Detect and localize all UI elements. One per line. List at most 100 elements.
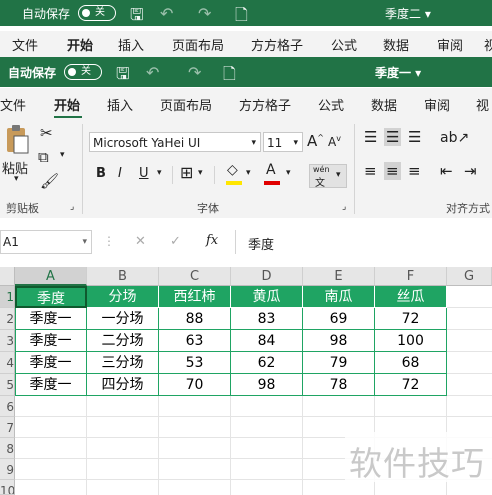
table-cell[interactable]: 53 — [159, 352, 231, 374]
row-header-10[interactable]: 10 — [0, 480, 15, 495]
table-cell[interactable]: 季度一 — [15, 374, 87, 396]
row-header-5[interactable]: 5 — [0, 374, 15, 396]
undo-icon[interactable]: ↶ — [160, 4, 173, 23]
tab-page-layout[interactable]: 页面布局 — [172, 35, 224, 54]
tab-insert[interactable]: 插入 — [107, 95, 133, 114]
resize-dots-icon[interactable]: ⋮ — [103, 234, 115, 248]
tab-formulas[interactable]: 公式 — [318, 95, 344, 114]
tab-formulas[interactable]: 公式 — [331, 35, 357, 54]
column-header-a[interactable]: A — [15, 267, 87, 286]
table-cell[interactable]: 70 — [159, 374, 231, 396]
align-top-icon[interactable]: ☰ — [364, 128, 377, 146]
underline-button[interactable]: U — [139, 166, 149, 181]
table-cell[interactable]: 98 — [231, 374, 303, 396]
table-cell[interactable]: 72 — [375, 374, 447, 396]
row-header-9[interactable]: 9 — [0, 459, 15, 480]
table-cell[interactable]: 62 — [231, 352, 303, 374]
column-header-d[interactable]: D — [231, 267, 303, 286]
paste-icon[interactable] — [4, 124, 30, 156]
clipboard-launcher-icon[interactable]: ⌟ — [70, 202, 74, 212]
tab-fangfang[interactable]: 方方格子 — [251, 35, 303, 54]
align-center-icon[interactable]: ≡ — [384, 162, 401, 180]
table-cell[interactable]: 83 — [231, 308, 303, 330]
column-header-b[interactable]: B — [87, 267, 159, 286]
tab-review[interactable]: 审阅 — [424, 95, 450, 114]
table-cell[interactable]: 三分场 — [87, 352, 159, 374]
table-cell[interactable]: 季度一 — [15, 308, 87, 330]
header-cell-season[interactable]: 季度 — [15, 286, 87, 308]
tab-fangfang[interactable]: 方方格子 — [239, 95, 291, 114]
name-box[interactable]: A1 ▾ — [0, 230, 92, 254]
row-header-3[interactable]: 3 — [0, 330, 15, 352]
empty-cells-g[interactable] — [447, 286, 492, 396]
align-bottom-icon[interactable]: ☰ — [408, 128, 421, 146]
header-cell-tomato[interactable]: 西红柿 — [159, 286, 231, 308]
table-cell[interactable]: 季度一 — [15, 330, 87, 352]
table-cell[interactable]: 88 — [159, 308, 231, 330]
formula-input[interactable]: 季度 — [236, 230, 492, 254]
table-cell[interactable]: 100 — [375, 330, 447, 352]
tab-insert[interactable]: 插入 — [118, 35, 144, 54]
row-header-6[interactable]: 6 — [0, 396, 15, 417]
fill-dropdown-icon[interactable]: ▾ — [246, 168, 251, 178]
tab-page-layout[interactable]: 页面布局 — [160, 95, 212, 114]
borders-icon[interactable]: ⊞ — [180, 163, 193, 182]
phonetic-button[interactable]: wén 文 ▾ — [309, 164, 347, 189]
autosave-toggle[interactable]: 关 — [64, 64, 102, 80]
paste-dropdown-icon[interactable]: ▾ — [14, 174, 19, 184]
tab-home[interactable]: 开始 — [54, 95, 80, 114]
borders-dropdown-icon[interactable]: ▾ — [198, 168, 203, 178]
table-cell[interactable]: 63 — [159, 330, 231, 352]
select-all-corner[interactable] — [0, 267, 15, 286]
column-header-f[interactable]: F — [375, 267, 447, 286]
outer-autosave-toggle[interactable]: 关 — [78, 5, 116, 21]
italic-button[interactable]: I — [118, 166, 122, 181]
table-cell[interactable]: 季度一 — [15, 352, 87, 374]
table-cell[interactable]: 69 — [303, 308, 375, 330]
increase-indent-icon[interactable]: ⇥ — [464, 162, 477, 180]
underline-dropdown-icon[interactable]: ▾ — [157, 168, 162, 178]
column-header-c[interactable]: C — [159, 267, 231, 286]
align-middle-icon[interactable]: ☰ — [384, 128, 402, 146]
table-cell[interactable]: 98 — [303, 330, 375, 352]
redo-icon[interactable]: ↷ — [188, 63, 201, 82]
save-icon[interactable]: 🖫 — [130, 4, 144, 31]
table-cell[interactable]: 四分场 — [87, 374, 159, 396]
table-cell[interactable]: 84 — [231, 330, 303, 352]
table-cell[interactable]: 78 — [303, 374, 375, 396]
format-painter-icon[interactable]: 🖌 — [40, 172, 59, 190]
font-name-select[interactable]: Microsoft YaHei UI ▾ — [89, 132, 261, 152]
tab-home[interactable]: 开始 — [67, 35, 93, 54]
row-header-8[interactable]: 8 — [0, 438, 15, 459]
column-header-g[interactable]: G — [447, 267, 492, 286]
header-cell-loofah[interactable]: 丝瓜 — [375, 286, 447, 308]
table-cell[interactable]: 72 — [375, 308, 447, 330]
table-cell[interactable]: 79 — [303, 352, 375, 374]
confirm-icon[interactable]: ✓ — [170, 234, 181, 249]
undo-icon[interactable]: ↶ — [146, 63, 159, 82]
bold-button[interactable]: B — [96, 166, 106, 181]
tab-file[interactable]: 文件 — [0, 95, 26, 114]
row-header-1[interactable]: 1 — [0, 286, 15, 308]
column-header-e[interactable]: E — [303, 267, 375, 286]
row-header-7[interactable]: 7 — [0, 417, 15, 438]
tab-data[interactable]: 数据 — [383, 35, 409, 54]
row-header-2[interactable]: 2 — [0, 308, 15, 330]
fill-color-icon[interactable]: ◇ — [227, 162, 238, 178]
row-header-4[interactable]: 4 — [0, 352, 15, 374]
cut-icon[interactable]: ✂ — [40, 124, 53, 142]
insert-function-icon[interactable]: fx — [206, 233, 218, 248]
align-right-icon[interactable]: ≡ — [408, 162, 421, 180]
header-cell-cucumber[interactable]: 黄瓜 — [231, 286, 303, 308]
document-icon[interactable]: 🗋 — [223, 63, 236, 90]
font-launcher-icon[interactable]: ⌟ — [342, 202, 346, 212]
table-cell[interactable]: 68 — [375, 352, 447, 374]
table-cell[interactable]: 二分场 — [87, 330, 159, 352]
header-cell-farm[interactable]: 分场 — [87, 286, 159, 308]
doc-title[interactable]: 季度一 ▾ — [375, 64, 421, 81]
orientation-icon[interactable]: ab↗ — [440, 130, 469, 146]
copy-dropdown-icon[interactable]: ▾ — [60, 150, 65, 160]
font-color-icon[interactable]: A — [266, 162, 276, 178]
grow-font-button[interactable]: A^ — [307, 132, 324, 150]
copy-icon[interactable]: ⧉ — [38, 148, 49, 166]
